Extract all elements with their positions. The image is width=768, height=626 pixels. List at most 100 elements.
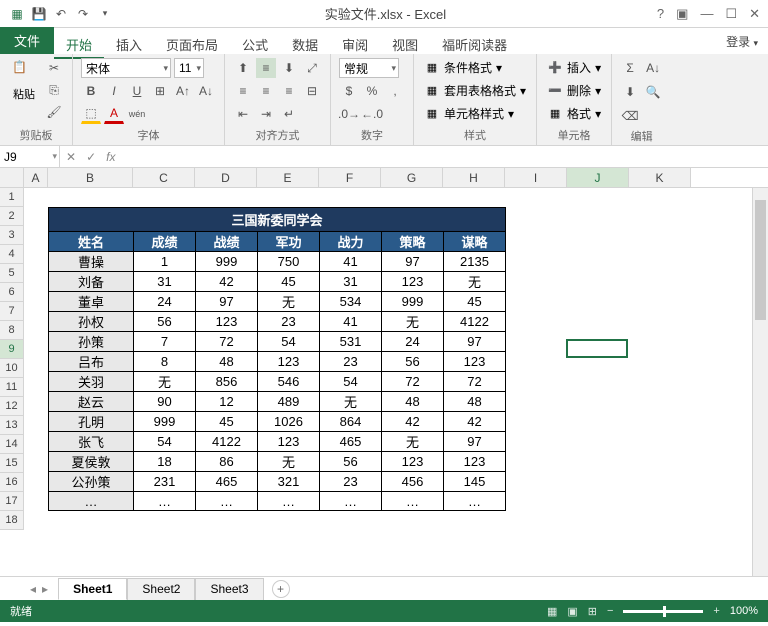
table-cell[interactable]: 999 — [382, 292, 444, 312]
row-header-3[interactable]: 3 — [0, 226, 24, 245]
cut-icon[interactable]: ✂ — [44, 58, 64, 78]
decrease-font-icon[interactable]: A↓ — [196, 81, 216, 101]
italic-button[interactable]: I — [104, 81, 124, 101]
table-cell[interactable]: 45 — [258, 272, 320, 292]
table-cell[interactable]: 7 — [134, 332, 196, 352]
number-format-select[interactable]: 常规 — [339, 58, 399, 78]
bold-button[interactable]: B — [81, 81, 101, 101]
font-name-select[interactable]: 宋体 — [81, 58, 171, 78]
font-size-select[interactable]: 11 — [174, 58, 204, 78]
table-cell[interactable]: 公孙策 — [49, 472, 134, 492]
row-header-12[interactable]: 12 — [0, 397, 24, 416]
table-cell[interactable]: 无 — [258, 452, 320, 472]
col-header-J[interactable]: J — [567, 168, 629, 187]
table-cell[interactable]: 231 — [134, 472, 196, 492]
row-header-8[interactable]: 8 — [0, 321, 24, 340]
align-right-icon[interactable]: ≡ — [279, 81, 299, 101]
col-header-E[interactable]: E — [257, 168, 319, 187]
conditional-format-button[interactable]: ▦条件格式 ▾ — [422, 58, 504, 77]
clear-icon[interactable]: ⌫ — [620, 106, 640, 126]
col-header-K[interactable]: K — [629, 168, 691, 187]
name-box[interactable]: J9 — [0, 146, 60, 167]
table-cell[interactable]: 72 — [196, 332, 258, 352]
table-cell[interactable]: 489 — [258, 392, 320, 412]
table-cell[interactable]: 孔明 — [49, 412, 134, 432]
table-cell[interactable]: 无 — [320, 392, 382, 412]
sheet-tab-Sheet2[interactable]: Sheet2 — [127, 578, 195, 600]
table-cell[interactable]: 90 — [134, 392, 196, 412]
table-cell[interactable]: … — [444, 492, 506, 511]
increase-font-icon[interactable]: A↑ — [173, 81, 193, 101]
find-icon[interactable]: 🔍 — [643, 82, 663, 102]
table-cell[interactable]: 999 — [196, 252, 258, 272]
table-cell[interactable]: 1 — [134, 252, 196, 272]
close-icon[interactable]: ✕ — [749, 6, 760, 22]
sort-filter-icon[interactable]: A↓ — [643, 58, 663, 78]
sheet-tab-Sheet1[interactable]: Sheet1 — [58, 578, 127, 600]
ribbon-options-icon[interactable]: ▣ — [676, 6, 688, 22]
row-header-14[interactable]: 14 — [0, 435, 24, 454]
table-cell[interactable]: 54 — [320, 372, 382, 392]
table-cell[interactable]: 97 — [196, 292, 258, 312]
table-cell[interactable]: 刘备 — [49, 272, 134, 292]
copy-icon[interactable]: ⎘ — [44, 80, 64, 100]
row-header-4[interactable]: 4 — [0, 245, 24, 264]
align-center-icon[interactable]: ≡ — [256, 81, 276, 101]
zoom-level[interactable]: 100% — [730, 605, 758, 617]
phonetic-button[interactable]: wén — [127, 104, 147, 124]
table-cell[interactable]: 123 — [444, 452, 506, 472]
fill-icon[interactable]: ⬇ — [620, 82, 640, 102]
table-cell[interactable]: 23 — [320, 472, 382, 492]
table-cell[interactable]: 4122 — [444, 312, 506, 332]
table-cell[interactable]: 56 — [320, 452, 382, 472]
table-cell[interactable]: 97 — [444, 332, 506, 352]
table-cell[interactable]: 张飞 — [49, 432, 134, 452]
row-header-9[interactable]: 9 — [0, 340, 24, 359]
table-cell[interactable]: 23 — [320, 352, 382, 372]
increase-indent-icon[interactable]: ⇥ — [256, 104, 276, 124]
sheet-tab-Sheet3[interactable]: Sheet3 — [195, 578, 263, 600]
font-color-button[interactable]: A — [104, 104, 124, 124]
table-format-button[interactable]: ▦套用表格格式 ▾ — [422, 81, 528, 100]
table-cell[interactable]: 45 — [196, 412, 258, 432]
format-painter-icon[interactable]: 🖌 — [44, 102, 64, 122]
table-cell[interactable]: 465 — [196, 472, 258, 492]
fill-color-button[interactable]: ⬚ — [81, 104, 101, 124]
table-cell[interactable]: 24 — [382, 332, 444, 352]
maximize-icon[interactable]: ☐ — [725, 6, 737, 22]
table-cell[interactable]: 18 — [134, 452, 196, 472]
table-cell[interactable]: 4122 — [196, 432, 258, 452]
table-cell[interactable]: 12 — [196, 392, 258, 412]
table-cell[interactable]: 董卓 — [49, 292, 134, 312]
vertical-scrollbar[interactable] — [752, 188, 768, 576]
row-header-6[interactable]: 6 — [0, 283, 24, 302]
table-cell[interactable]: 123 — [382, 272, 444, 292]
row-header-18[interactable]: 18 — [0, 511, 24, 530]
login-link[interactable]: 登录 ▾ — [716, 29, 768, 54]
table-cell[interactable]: 48 — [444, 392, 506, 412]
row-header-7[interactable]: 7 — [0, 302, 24, 321]
delete-cells-button[interactable]: ➖删除 ▾ — [545, 81, 603, 100]
table-cell[interactable]: 72 — [444, 372, 506, 392]
align-bottom-icon[interactable]: ⬇ — [279, 58, 299, 78]
wrap-text-icon[interactable]: ↵ — [279, 104, 299, 124]
col-header-B[interactable]: B — [48, 168, 133, 187]
save-icon[interactable]: 💾 — [30, 5, 48, 23]
table-cell[interactable]: 54 — [258, 332, 320, 352]
page-break-view-icon[interactable]: ⊞ — [588, 605, 597, 618]
col-header-F[interactable]: F — [319, 168, 381, 187]
table-cell[interactable]: 456 — [382, 472, 444, 492]
sheet-nav-next-icon[interactable]: ▸ — [42, 582, 48, 596]
col-header-A[interactable]: A — [24, 168, 48, 187]
table-cell[interactable]: 孙权 — [49, 312, 134, 332]
row-header-2[interactable]: 2 — [0, 207, 24, 226]
formula-input[interactable] — [125, 149, 762, 164]
comma-icon[interactable]: , — [385, 81, 405, 101]
table-cell[interactable]: 45 — [444, 292, 506, 312]
decrease-indent-icon[interactable]: ⇤ — [233, 104, 253, 124]
zoom-slider[interactable] — [623, 610, 703, 613]
table-cell[interactable]: 534 — [320, 292, 382, 312]
accept-formula-icon[interactable]: ✓ — [86, 150, 96, 164]
table-cell[interactable]: 123 — [382, 452, 444, 472]
table-cell[interactable]: 无 — [258, 292, 320, 312]
